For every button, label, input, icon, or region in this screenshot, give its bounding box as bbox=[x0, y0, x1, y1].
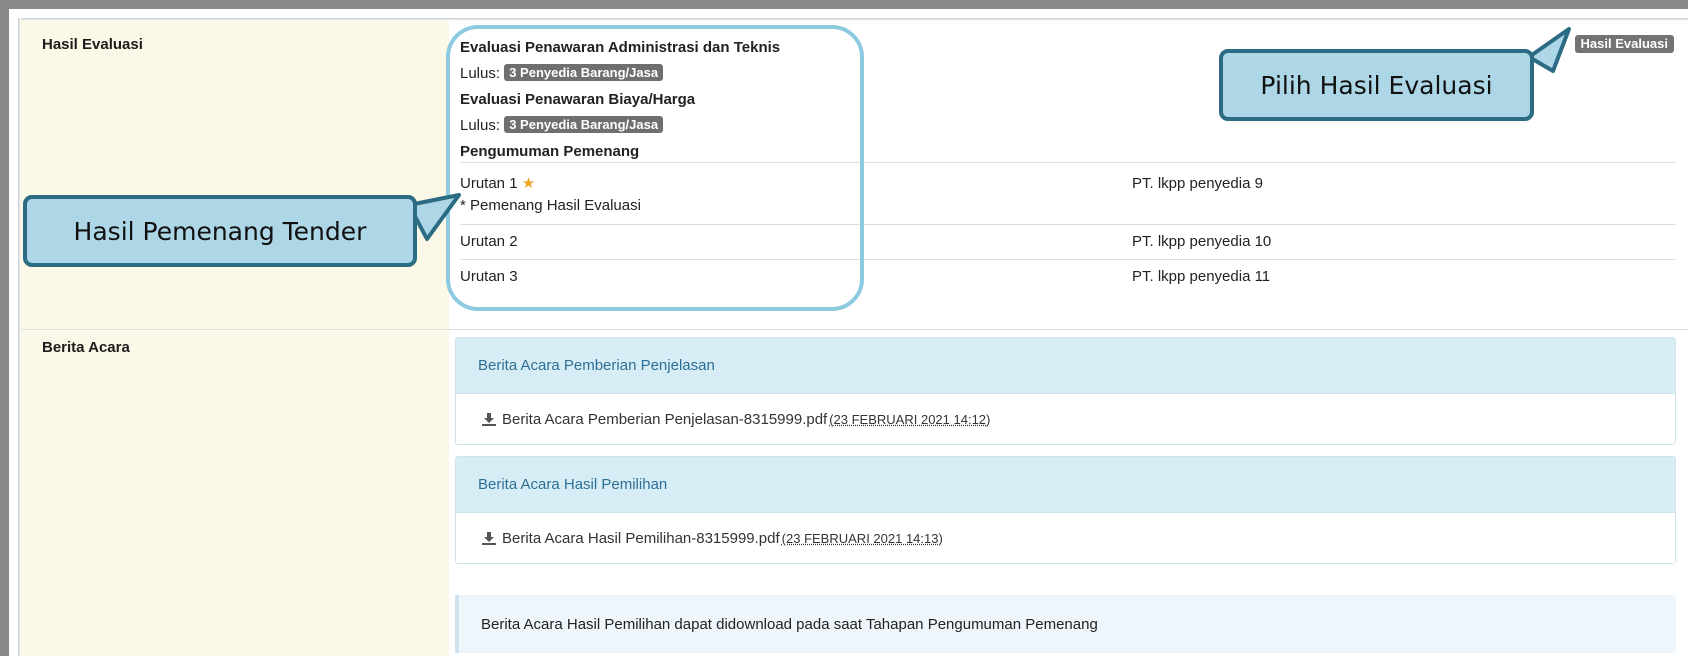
download-icon bbox=[482, 413, 496, 426]
download-icon bbox=[482, 532, 496, 545]
lulus-line-2: Lulus: 3 Penyedia Barang/Jasa bbox=[460, 113, 780, 139]
provider-name: PT. lkpp penyedia 9 bbox=[1132, 175, 1263, 192]
rank-row: Urutan 1 ★ * Pemenang Hasil Evaluasi PT.… bbox=[460, 162, 1676, 224]
star-icon: ★ bbox=[521, 175, 536, 192]
hasil-evaluasi-button[interactable]: Hasil Evaluasi bbox=[1574, 35, 1674, 53]
panel-body: Berita Acara Hasil Pemilihan-8315999.pdf… bbox=[456, 513, 1675, 563]
info-message: Berita Acara Hasil Pemilihan dapat didow… bbox=[455, 595, 1676, 653]
file-timestamp: (23 FEBRUARI 2021 14:13) bbox=[781, 530, 943, 546]
lulus-badge: 3 Penyedia Barang/Jasa bbox=[504, 64, 664, 81]
hasil-evaluasi-label: Hasil Evaluasi bbox=[42, 36, 143, 53]
panel-title: Berita Acara Pemberian Penjelasan bbox=[456, 338, 1675, 394]
rank-row: Urutan 2 PT. lkpp penyedia 10 bbox=[460, 224, 1676, 259]
lulus-badge: 3 Penyedia Barang/Jasa bbox=[504, 116, 664, 133]
callout-pilih-hasil-evaluasi: Pilih Hasil Evaluasi bbox=[1219, 49, 1534, 121]
berita-acara-label-cell: Berita Acara bbox=[21, 331, 449, 656]
provider-name: PT. lkpp penyedia 10 bbox=[1132, 233, 1272, 250]
panel-body: Berita Acara Pemberian Penjelasan-831599… bbox=[456, 394, 1675, 444]
berita-acara-label: Berita Acara bbox=[42, 339, 130, 356]
admin-teknis-title: Evaluasi Penawaran Administrasi dan Tekn… bbox=[460, 39, 781, 56]
download-link[interactable]: Berita Acara Pemberian Penjelasan-831599… bbox=[502, 411, 827, 428]
rank-label: Urutan 3 bbox=[460, 268, 518, 285]
rank-row: Urutan 3 PT. lkpp penyedia 11 bbox=[460, 259, 1676, 294]
download-link[interactable]: Berita Acara Hasil Pemilihan-8315999.pdf bbox=[502, 530, 780, 547]
page-frame: Hasil Evaluasi Evaluasi Penawaran Admini… bbox=[0, 0, 1688, 656]
panel-title: Berita Acara Hasil Pemilihan bbox=[456, 457, 1675, 513]
rank-cell: Urutan 1 ★ * Pemenang Hasil Evaluasi bbox=[460, 173, 641, 217]
berita-acara-content: Berita Acara Pemberian Penjelasan Berita… bbox=[449, 331, 1688, 656]
berita-acara-panel: Berita Acara Pemberian Penjelasan Berita… bbox=[455, 337, 1676, 445]
rank-label: Urutan 1 bbox=[460, 175, 518, 192]
winner-note: * Pemenang Hasil Evaluasi bbox=[460, 197, 641, 214]
provider-name: PT. lkpp penyedia 11 bbox=[1132, 268, 1271, 285]
lulus-label: Lulus: bbox=[460, 65, 501, 82]
hasil-evaluasi-label-cell: Hasil Evaluasi bbox=[21, 21, 449, 330]
rank-label: Urutan 2 bbox=[460, 233, 518, 250]
callout-hasil-pemenang-tender: Hasil Pemenang Tender bbox=[23, 195, 417, 267]
lulus-label: Lulus: bbox=[460, 117, 501, 134]
biaya-title: Evaluasi Penawaran Biaya/Harga bbox=[460, 91, 696, 108]
evaluation-summary: Evaluasi Penawaran Administrasi dan Tekn… bbox=[460, 35, 780, 165]
file-timestamp: (23 FEBRUARI 2021 14:12) bbox=[829, 411, 991, 427]
lulus-line-1: Lulus: 3 Penyedia Barang/Jasa bbox=[460, 61, 780, 87]
berita-acara-panel: Berita Acara Hasil Pemilihan Berita Acar… bbox=[455, 456, 1676, 564]
